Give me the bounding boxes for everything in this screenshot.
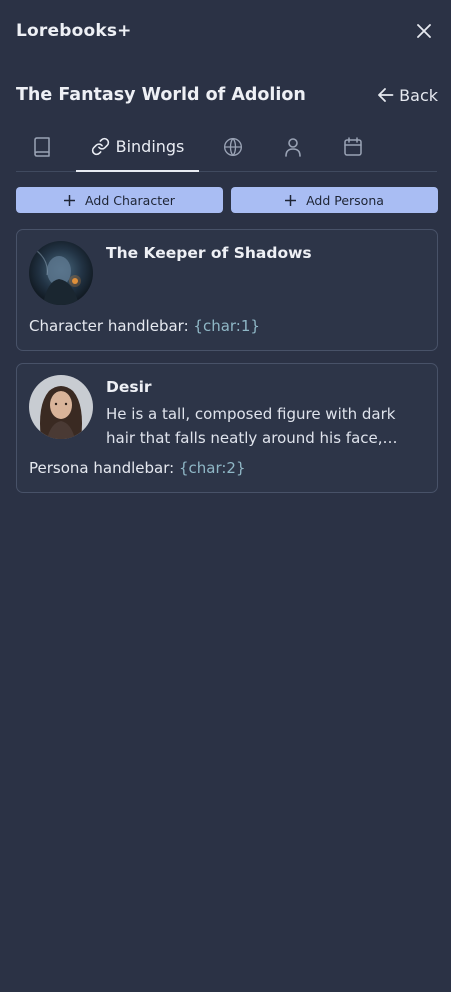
binding-actions: Add Character Add Persona [16,187,438,213]
tab-world[interactable] [199,122,267,171]
globe-icon [224,137,242,156]
calendar-icon [344,137,362,156]
app-title: Lorebooks+ [16,21,132,41]
add-persona-label: Add Persona [306,192,384,208]
tab-bindings[interactable]: Bindings [76,122,199,172]
back-label: Back [399,85,438,105]
add-character-label: Add Character [85,192,175,208]
tab-bindings-label: Bindings [115,137,185,156]
add-character-button[interactable]: Add Character [16,187,223,213]
add-persona-button[interactable]: Add Persona [231,187,438,213]
back-button[interactable]: Back [377,86,438,105]
user-icon [285,137,301,157]
link-icon [91,137,109,156]
binding-name: Desir [106,378,152,396]
binding-card-character[interactable]: The Keeper of Shadows Character handleba… [16,229,438,351]
tab-bar: Bindings [16,122,437,172]
handlebar-value: {char:2} [178,459,246,477]
plus-icon [64,194,76,206]
lorebook-title: The Fantasy World of Adolion [16,85,306,105]
lorebook-title-row: The Fantasy World of Adolion Back [16,80,438,110]
binding-card-persona[interactable]: Desir He is a tall, composed figure with… [16,363,438,493]
tab-user[interactable] [267,122,319,171]
binding-name: The Keeper of Shadows [106,244,312,262]
avatar [29,375,93,439]
close-icon [417,24,431,38]
avatar [29,241,93,305]
handlebar-value: {char:1} [193,317,260,335]
book-icon [34,136,50,157]
header: Lorebooks+ [16,18,437,44]
plus-icon [285,194,297,206]
binding-description: He is a tall, composed figure with dark … [106,405,396,447]
close-button[interactable] [411,18,437,44]
tab-book[interactable] [16,122,68,171]
handlebar-text: Persona handlebar: {char:2} [29,459,246,477]
handlebar-label: Persona handlebar: [29,459,175,477]
handlebar-text: Character handlebar: {char:1} [29,317,260,335]
tab-calendar[interactable] [319,122,387,171]
arrow-left-icon [378,88,394,102]
handlebar-label: Character handlebar: [29,317,189,335]
